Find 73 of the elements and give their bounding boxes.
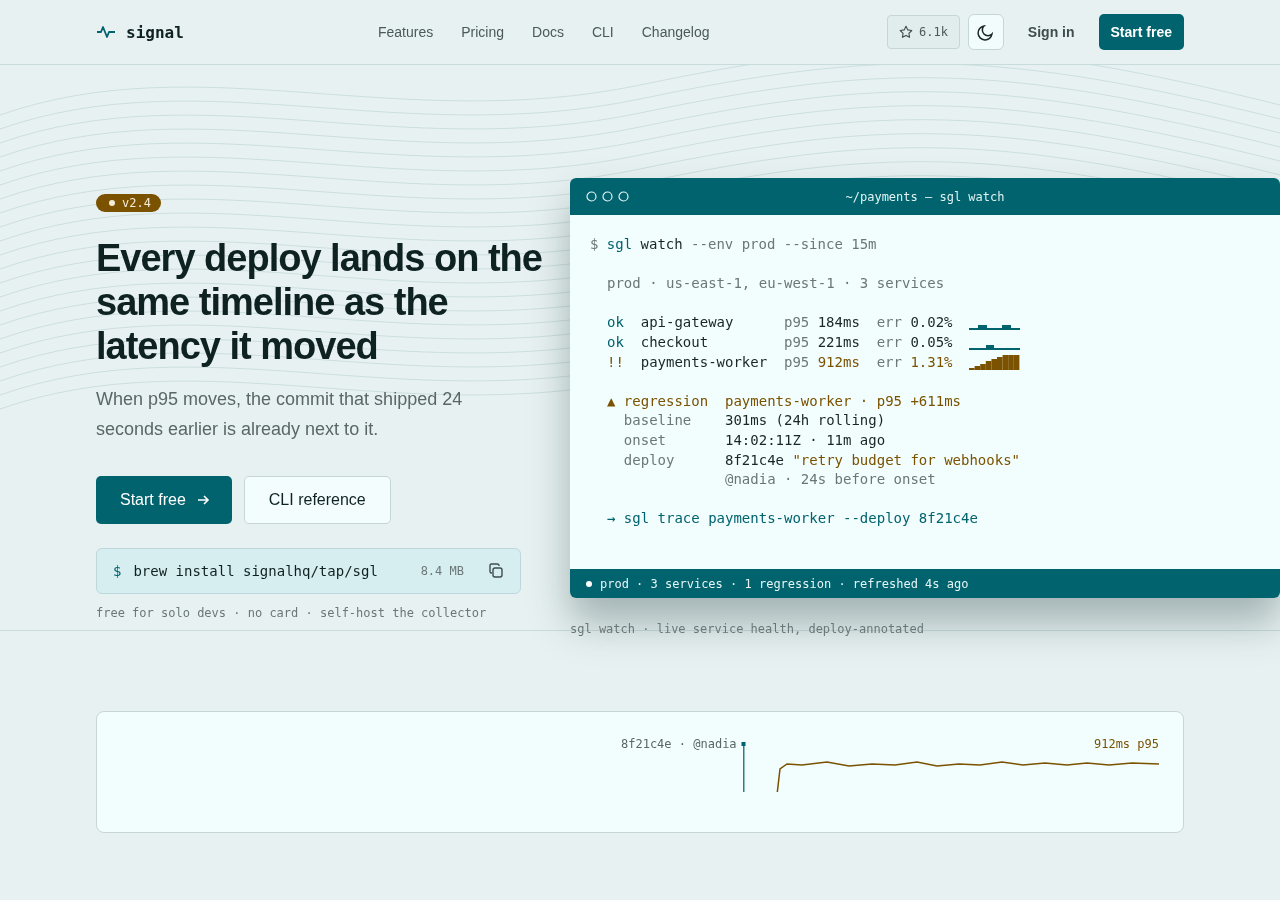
command-arguments: --env prod --since 15m: [691, 235, 877, 254]
pulse-icon: [96, 25, 116, 39]
nav-link[interactable]: Changelog: [641, 24, 710, 40]
latency-sparkline: [969, 354, 1021, 371]
service-status: !!: [607, 352, 625, 372]
metric-label: p95: [784, 313, 811, 333]
deploy-marker: [741, 742, 746, 792]
prompt-symbol: $: [590, 235, 600, 254]
start-free-button[interactable]: Start free: [96, 476, 232, 524]
metric-label: err: [876, 313, 903, 333]
command-subcommand: watch: [640, 235, 684, 254]
moon-icon: [976, 23, 995, 41]
detail-label: deploy: [623, 450, 676, 470]
metric-label: p95: [784, 332, 811, 352]
status-summary: prod · 3 services · 1 regression · refreshed 4s ago: [600, 576, 969, 591]
commit-message: "retry budget for webhooks": [792, 450, 1020, 470]
metric-label: err: [876, 332, 903, 352]
latency-value: 221ms: [817, 332, 861, 352]
service-name: api-gateway: [640, 313, 735, 333]
detail-value: 8f21c4e: [725, 450, 784, 470]
status-dot-icon: [586, 580, 592, 587]
theme-toggle-button[interactable]: [967, 14, 1004, 50]
service-status: ok: [607, 332, 625, 352]
metric-label: p95: [784, 352, 811, 372]
arrow-icon: →: [607, 509, 624, 529]
error-rate-value: 0.02%: [910, 313, 954, 333]
deploy-annotation: 8f21c4e · @nadia: [621, 737, 737, 751]
nav-link[interactable]: Docs: [532, 24, 564, 40]
window-control-icon: [586, 191, 597, 202]
regression-summary: payments-worker · p95 +611ms: [725, 391, 961, 411]
nav-link[interactable]: Features: [378, 24, 434, 40]
detail-value: 301ms (24h rolling): [725, 411, 886, 431]
install-command: brew install signalhq/tap/sgl: [133, 563, 379, 579]
deploy-note: @nadia · 24s before onset: [725, 470, 936, 490]
error-rate-value: 1.31%: [910, 352, 954, 372]
series-label: 912ms p95: [1093, 737, 1159, 751]
service-name: checkout: [640, 332, 710, 352]
cli-reference-button[interactable]: CLI reference: [243, 476, 391, 524]
metric-label: err: [876, 352, 903, 372]
service-name: payments-worker: [640, 352, 769, 372]
github-stars-button[interactable]: 6.1k: [886, 15, 960, 49]
copy-icon[interactable]: [488, 563, 504, 579]
command-name: sgl: [606, 235, 634, 254]
logo-wordmark: signal: [126, 22, 184, 42]
terminal-caption: sgl watch · live service health, deploy-annotated: [570, 622, 925, 636]
hero-heading: Every deploy lands on the same timeline as the latency it moved: [96, 236, 543, 368]
latency-value: 184ms: [817, 313, 861, 333]
detail-label: baseline: [623, 411, 693, 431]
start-free-button[interactable]: Start free: [1098, 14, 1184, 50]
detail-value: 14:02:11Z · 11m ago: [725, 430, 886, 450]
version-badge: v2.4: [96, 194, 161, 212]
warning-icon: ▲: [607, 391, 624, 412]
window-control-icon: [602, 191, 613, 202]
window-control-icon: [618, 191, 629, 202]
nav-link[interactable]: CLI: [591, 24, 614, 40]
hero-description: When p95 moves, the commit that shipped 24 seconds earlier is already next to it.: [96, 388, 464, 441]
terminal-title: ~/payments — sgl watch: [845, 189, 1005, 204]
latency-sparkline: [969, 324, 1021, 330]
install-note: free for solo devs · no card · self-host the collector: [96, 606, 488, 620]
regression-label: regression: [623, 391, 710, 411]
suggested-command: sgl trace payments-worker --deploy 8f21c4e: [623, 509, 978, 529]
sign-in-link[interactable]: Sign in: [1015, 24, 1087, 40]
service-status: ok: [607, 313, 625, 333]
detail-label: onset: [623, 430, 667, 450]
latency-value: 912ms: [817, 352, 861, 372]
scope-summary: prod · us-east-1, eu-west-1 · 3 services: [607, 274, 945, 294]
error-rate-value: 0.05%: [910, 332, 954, 352]
download-size: 8.4 MB: [420, 564, 464, 578]
prompt-symbol: $: [113, 563, 122, 579]
latency-sparkline: [969, 344, 1021, 350]
arrow-right-icon: [195, 493, 210, 507]
nav-link[interactable]: Pricing: [461, 24, 505, 40]
star-icon: [898, 25, 913, 39]
